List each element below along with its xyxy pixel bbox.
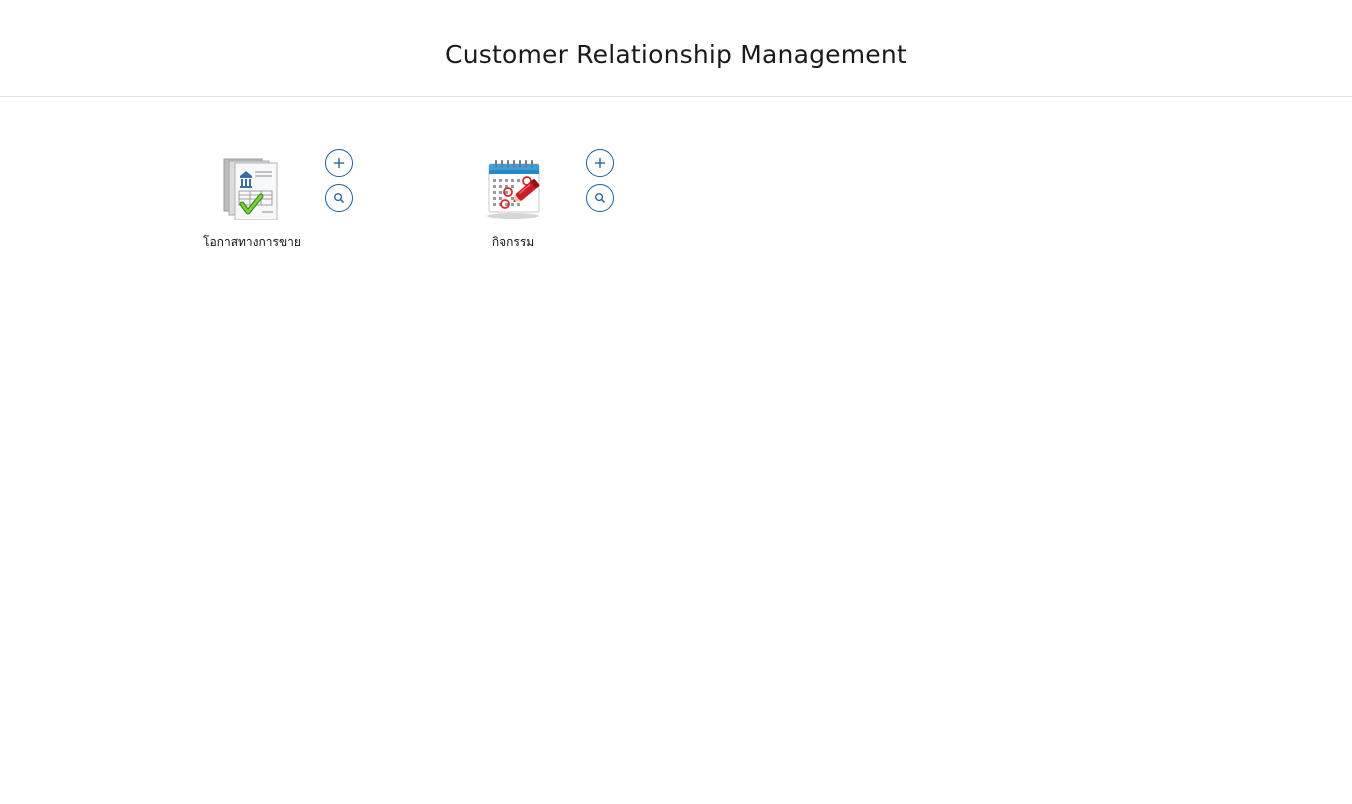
page-header: Customer Relationship Management: [0, 0, 1352, 97]
search-icon: [334, 193, 344, 203]
search-activity-button[interactable]: [586, 184, 614, 212]
add-sales-opportunity-button[interactable]: [325, 149, 353, 177]
add-activity-button[interactable]: [586, 149, 614, 177]
page-title: Customer Relationship Management: [445, 40, 907, 69]
tile-sales-opportunity: โอกาสทางการขาย: [200, 149, 370, 276]
search-icon: [595, 193, 605, 203]
plus-icon: [594, 157, 606, 169]
tile-label[interactable]: โอกาสทางการขาย: [200, 234, 304, 250]
tile-label[interactable]: กิจกรรม: [461, 234, 565, 250]
tile-activity: กิจกรรม: [461, 149, 631, 276]
sales-opportunity-document-icon[interactable]: [220, 156, 284, 221]
calendar-activity-icon[interactable]: [481, 156, 545, 220]
search-sales-opportunity-button[interactable]: [325, 184, 353, 212]
plus-icon: [333, 157, 345, 169]
